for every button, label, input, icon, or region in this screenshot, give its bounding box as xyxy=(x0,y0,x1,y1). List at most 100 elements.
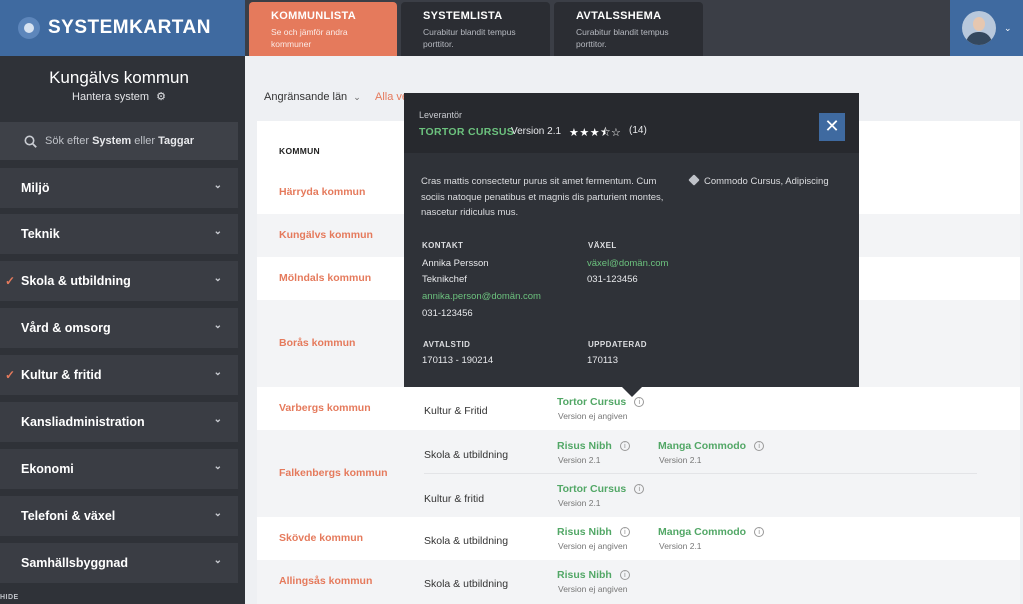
popup-system-name: TORTOR CURSUS xyxy=(419,126,515,138)
info-icon[interactable]: i xyxy=(619,527,630,537)
manage-systems-label: Hantera system xyxy=(72,91,150,103)
rating-count: (14) xyxy=(629,125,647,136)
contact-label: KONTAKT xyxy=(422,241,464,250)
info-icon[interactable]: i xyxy=(754,441,765,451)
version-label: Version ej angiven xyxy=(558,541,628,551)
category-label: Samhällsbyggnad xyxy=(21,556,128,570)
chevron-down-icon: ⌄ xyxy=(213,273,222,284)
category-label: Skola & utbildning xyxy=(21,274,131,288)
system-link[interactable]: Manga Commodo i xyxy=(658,440,765,452)
category-ekonomi[interactable]: Ekonomi ⌄ xyxy=(0,449,238,489)
version-label: Version ej angiven xyxy=(558,584,628,594)
logo-icon xyxy=(18,17,40,39)
area-label: Kultur & fritid xyxy=(424,493,485,505)
info-icon[interactable]: i xyxy=(619,441,630,451)
chevron-down-icon: ⌄ xyxy=(213,461,222,472)
contact-phone: 031-123456 xyxy=(422,308,473,319)
system-link[interactable]: Risus Nibh i xyxy=(557,569,630,581)
category-teknik[interactable]: Teknik ⌄ xyxy=(0,214,238,254)
gear-icon[interactable]: ⚙ xyxy=(156,91,166,103)
contact-email-link[interactable]: annika.person@domän.com xyxy=(422,291,541,302)
tab-title: SYSTEMLISTA xyxy=(423,10,503,22)
tab-title: KOMMUNLISTA xyxy=(271,10,356,22)
supplier-label: Leverantör xyxy=(419,110,463,120)
category-label: Miljö xyxy=(21,181,50,195)
info-icon[interactable]: i xyxy=(634,397,645,407)
kommun-link[interactable]: Mölndals kommun xyxy=(279,272,371,284)
system-link[interactable]: Risus Nibh i xyxy=(557,440,630,452)
category-label: Vård & omsorg xyxy=(21,321,111,335)
hide-sidebar-button[interactable]: HIDE xyxy=(0,594,19,601)
municipality-name: Kungälvs kommun xyxy=(49,68,189,87)
chevron-down-icon: ⌄ xyxy=(213,320,222,331)
kommun-link[interactable]: Varbergs kommun xyxy=(279,402,371,414)
avatar[interactable] xyxy=(962,11,996,45)
search-icon xyxy=(24,135,37,148)
popup-version: Version 2.1 xyxy=(511,126,562,137)
system-info-popup: Leverantör TORTOR CURSUS Version 2.1 ★★★… xyxy=(404,93,859,397)
tag-icon xyxy=(688,174,700,186)
switch-phone: 031-123456 xyxy=(587,274,638,285)
tab-subtitle: Se och jämför andra kommuner xyxy=(271,27,348,49)
category-label: Kultur & fritid xyxy=(21,368,102,382)
sidebar: Kungälvs kommun Hantera system ⚙ Sök eft… xyxy=(0,56,245,604)
switch-email-link[interactable]: växel@domän.com xyxy=(587,258,668,269)
user-menu[interactable]: ⌄ xyxy=(950,0,1023,56)
category-samhallsbyggnad[interactable]: Samhällsbyggnad ⌄ xyxy=(0,543,238,583)
info-icon[interactable]: i xyxy=(754,527,765,537)
category-skola[interactable]: ✓ Skola & utbildning ⌄ xyxy=(0,261,238,301)
area-label: Skola & utbildning xyxy=(424,535,509,547)
kommun-link[interactable]: Allingsås kommun xyxy=(279,575,372,587)
tab-subtitle: Curabitur blandit tempus porttitor. xyxy=(576,27,669,49)
search-placeholder: Sök efter System eller Taggar xyxy=(45,135,194,147)
search-input[interactable]: Sök efter System eller Taggar xyxy=(0,122,238,160)
popup-tags: Commodo Cursus, Adipiscing xyxy=(688,174,829,187)
tab-avtalsshema[interactable]: AVTALSSHEMA Curabitur blandit tempus por… xyxy=(554,2,703,56)
area-label: Skola & utbildning xyxy=(424,578,509,590)
tab-kommunlista[interactable]: KOMMUNLISTA Se och jämför andra kommuner xyxy=(249,2,397,56)
chevron-down-icon: ⌄ xyxy=(213,226,222,237)
popup-description: Cras mattis consectetur purus sit amet f… xyxy=(421,176,664,218)
category-kultur[interactable]: ✓ Kultur & fritid ⌄ xyxy=(0,355,238,395)
tab-systemlista[interactable]: SYSTEMLISTA Curabitur blandit tempus por… xyxy=(401,2,550,56)
star-rating-icon: ★★★⯪☆ xyxy=(569,127,622,139)
category-vard[interactable]: Vård & omsorg ⌄ xyxy=(0,308,238,348)
all-versions-filter[interactable]: Alla ve xyxy=(375,91,405,103)
category-kansli[interactable]: Kansliadministration ⌄ xyxy=(0,402,238,442)
system-link[interactable]: Tortor Cursus i xyxy=(557,396,645,408)
system-link[interactable]: Manga Commodo i xyxy=(658,526,765,538)
row-divider xyxy=(424,473,977,474)
chevron-down-icon: ⌄ xyxy=(213,367,222,378)
updated-label: UPPDATERAD xyxy=(588,340,647,349)
top-bar: SYSTEMKARTAN KOMMUNLISTA Se och jämför a… xyxy=(0,0,1023,56)
kommun-link[interactable]: Skövde kommun xyxy=(279,532,363,544)
popup-header xyxy=(404,93,859,153)
version-label: Version 2.1 xyxy=(659,541,702,551)
system-link[interactable]: Risus Nibh i xyxy=(557,526,630,538)
info-icon[interactable]: i xyxy=(634,484,645,494)
table-row: Skövde kommun Skola & utbildning Risus N… xyxy=(257,517,1020,560)
check-icon: ✓ xyxy=(5,274,16,288)
tab-subtitle: Curabitur blandit tempus porttitor. xyxy=(423,27,516,49)
category-label: Kansliadministration xyxy=(21,415,145,429)
column-header-kommun: KOMMUN xyxy=(279,146,320,156)
neighbors-filter[interactable]: Angränsande län ⌄ xyxy=(264,91,361,103)
close-button[interactable]: ✕ xyxy=(819,113,845,141)
category-miljo[interactable]: Miljö ⌄ xyxy=(0,168,238,208)
kommun-link[interactable]: Härryda kommun xyxy=(279,186,365,198)
version-label: Version 2.1 xyxy=(558,455,601,465)
chevron-down-icon: ⌄ xyxy=(213,180,222,191)
area-label: Skola & utbildning xyxy=(424,449,509,461)
manage-systems-link[interactable]: Hantera system ⚙ xyxy=(0,90,238,103)
kommun-link[interactable]: Borås kommun xyxy=(279,337,355,349)
logo[interactable]: SYSTEMKARTAN xyxy=(0,0,245,56)
category-telefoni[interactable]: Telefoni & växel ⌄ xyxy=(0,496,238,536)
kommun-link[interactable]: Falkenbergs kommun xyxy=(279,467,388,479)
chevron-down-icon[interactable]: ⌄ xyxy=(1004,23,1012,34)
info-icon[interactable]: i xyxy=(619,570,630,580)
table-row: Falkenbergs kommun Skola & utbildning Ri… xyxy=(257,430,1020,517)
version-label: Version ej angiven xyxy=(558,411,628,421)
neighbors-filter-label: Angränsande län xyxy=(264,91,348,103)
kommun-link[interactable]: Kungälvs kommun xyxy=(279,229,373,241)
system-link[interactable]: Tortor Cursus i xyxy=(557,483,645,495)
